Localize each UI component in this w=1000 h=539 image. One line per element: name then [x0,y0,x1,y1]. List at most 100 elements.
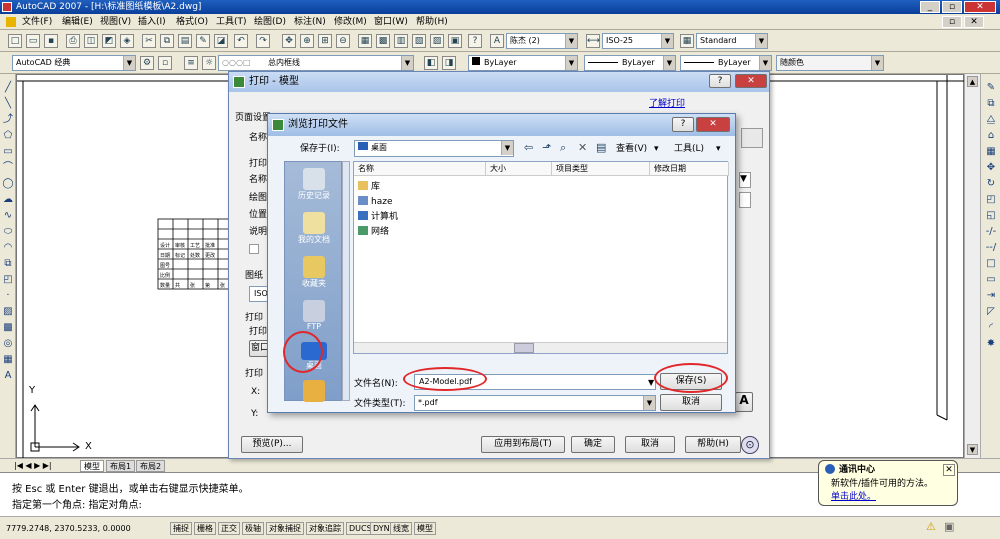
extend-icon[interactable]: --/ [985,242,997,254]
hscroll-thumb[interactable] [514,343,534,353]
hatch-icon[interactable]: ▨ [2,306,14,318]
expand-icon[interactable]: ⊙ [741,436,759,454]
designcenter-icon[interactable]: ▩ [376,34,390,48]
redo-icon[interactable]: ↷ [256,34,270,48]
place-history[interactable]: 历史记录 [285,168,343,201]
view-arrow-icon[interactable]: ▾ [654,143,659,155]
preview-button[interactable]: 预览(P)... [241,436,303,453]
filetype-combo[interactable]: *.pdf ▼ [414,395,656,411]
workspace-save-icon[interactable]: ▫ [158,56,172,70]
annotative-a-button[interactable]: A [735,392,753,412]
region-icon[interactable]: ◎ [2,338,14,350]
point-icon[interactable]: · [2,290,14,302]
menu-help[interactable]: 帮助(H) [416,16,448,28]
place-buzzsaw[interactable] [285,380,343,402]
cut-icon[interactable]: ✂ [142,34,156,48]
tools-menu[interactable]: 工具(L) [674,143,704,155]
col-type[interactable]: 项目类型 [552,162,650,176]
copy-object-icon[interactable]: ⧉ [985,98,997,110]
new-icon[interactable]: □ [8,34,22,48]
polar-button[interactable]: 极轴 [242,522,264,535]
search-web-icon[interactable]: ⌕ [560,142,566,154]
preview-icon[interactable]: ◫ [84,34,98,48]
ellipse-arc-icon[interactable]: ◠ [2,242,14,254]
xline-icon[interactable]: ╲ [2,98,14,110]
color-combo[interactable]: ByLayer ▼ [468,55,578,71]
maximize-button[interactable]: ▫ [942,1,962,13]
layer-combo[interactable]: ○○○□ 总内框线 ▼ [218,55,414,71]
list-item[interactable]: 库 [358,180,380,194]
list-item[interactable]: haze [358,195,392,209]
ortho-button[interactable]: 正交 [218,522,240,535]
zoom-realtime-icon[interactable]: ⊕ [300,34,314,48]
menu-window[interactable]: 窗口(W) [374,16,408,28]
scale-icon[interactable]: ◰ [985,194,997,206]
line-icon[interactable]: ╱ [2,82,14,94]
print-icon[interactable]: ⎙ [66,34,80,48]
join-icon[interactable]: ⇥ [985,290,997,302]
tab-layout1[interactable]: 布局1 [106,460,136,472]
delete-icon[interactable]: ✕ [578,142,587,154]
doc-restore-button[interactable]: ▫ [942,16,962,28]
plot-help-text-button[interactable]: 帮助(H) [685,436,741,453]
view-menu[interactable]: 查看(V) [616,143,647,155]
rotate-icon[interactable]: ↻ [985,178,997,190]
place-favorites[interactable]: 收藏夹 [285,256,343,289]
vertical-scrollbar[interactable]: ▲ ▼ [964,74,980,458]
gradient-icon[interactable]: ▩ [2,322,14,334]
properties-icon[interactable]: ▦ [358,34,372,48]
plotstyle-combo[interactable]: 随颜色 ▼ [776,55,884,71]
make-block-icon[interactable]: ◰ [2,274,14,286]
menu-dimension[interactable]: 标注(N) [294,16,326,28]
back-icon[interactable]: ⇦ [524,142,533,154]
polygon-icon[interactable]: ⬠ [2,130,14,142]
mirror-icon[interactable]: ⧋ [985,114,997,126]
new-folder-icon[interactable]: ▤ [596,142,606,154]
menu-modify[interactable]: 修改(M) [334,16,367,28]
browse-cancel-button[interactable]: 取消 [660,394,722,411]
col-name[interactable]: 名称 [354,162,486,176]
layer-previous-icon[interactable]: ◨ [442,56,456,70]
erase-icon[interactable]: ✎ [985,82,997,94]
help-icon[interactable]: ? [468,34,482,48]
doc-icon[interactable] [6,17,16,27]
rectangle-icon[interactable]: ▭ [2,146,14,158]
table-style-combo[interactable]: Standard ▼ [696,33,768,49]
markup-icon[interactable]: ▨ [430,34,444,48]
lineweight-button[interactable]: 线宽 [390,522,412,535]
menu-draw[interactable]: 绘图(D) [254,16,286,28]
insert-block-icon[interactable]: ⧉ [2,258,14,270]
publish-icon[interactable]: ◩ [102,34,116,48]
copy-icon[interactable]: ⧉ [160,34,174,48]
plot-help-button[interactable]: ? [709,74,731,88]
circle-icon[interactable]: ◯ [2,178,14,190]
list-item[interactable]: 网络 [358,225,389,239]
browse-close-button[interactable]: ✕ [696,117,730,132]
place-my-documents[interactable]: 我的文档 [285,212,343,245]
trim-icon[interactable]: -/- [985,226,997,238]
printer-combo-arrow[interactable]: ▼ [739,172,751,188]
move-icon[interactable]: ✥ [985,162,997,174]
mtext-icon[interactable]: A [2,370,14,382]
place-ftp[interactable]: FTP [285,300,343,331]
snap-button[interactable]: 捕捉 [170,522,192,535]
col-size[interactable]: 大小 [486,162,552,176]
layer-manager-icon[interactable]: ≡ [184,56,198,70]
ellipse-icon[interactable]: ⬭ [2,226,14,238]
plot-to-file-checkbox[interactable] [249,244,259,254]
workspace-settings-icon[interactable]: ⚙ [140,56,154,70]
table-icon[interactable]: ▦ [2,354,14,366]
col-modified[interactable]: 修改日期 [650,162,729,176]
tab-nav-arrows[interactable]: |◀ ◀ ▶ ▶| [14,460,52,472]
otrack-button[interactable]: 对象追踪 [306,522,344,535]
apply-to-layout-button[interactable]: 应用到布局(T) [481,436,565,453]
fillet-icon[interactable]: ◜ [985,322,997,334]
lock-icon[interactable]: ▣ [944,521,954,533]
menu-insert[interactable]: 插入(I) [138,16,166,28]
balloon-link[interactable]: 单击此处。 [831,491,876,503]
up-folder-icon[interactable]: ⬏ [542,142,551,154]
model-button[interactable]: 模型 [414,522,436,535]
learn-plot-link[interactable]: 了解打印 [649,98,685,110]
scroll-down-button[interactable]: ▼ [967,444,978,455]
menu-format[interactable]: 格式(O) [176,16,208,28]
